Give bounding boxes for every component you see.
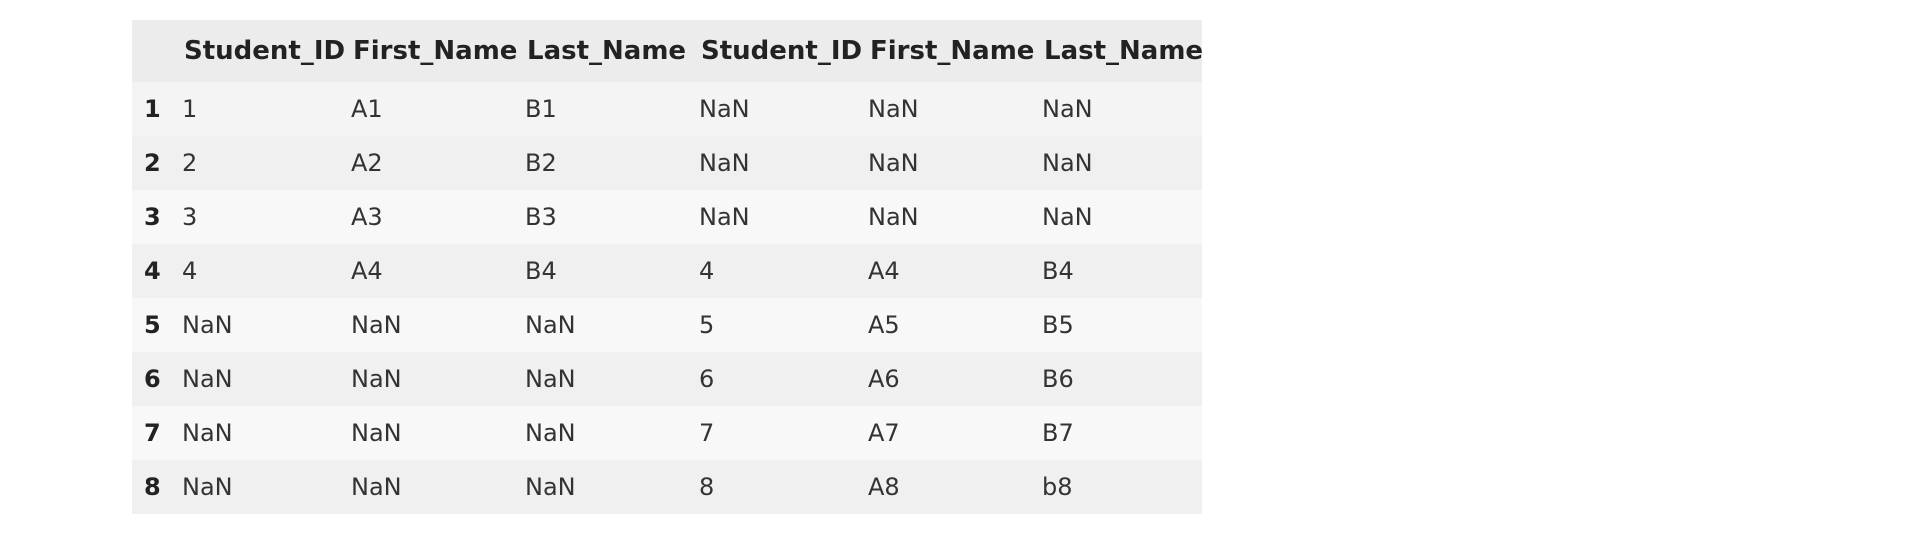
table-row: 8 NaN NaN NaN 8 A8 b8 bbox=[132, 460, 1202, 514]
column-header-first-name: First_Name bbox=[353, 36, 518, 66]
cell-student-id: NaN bbox=[182, 473, 233, 501]
cell-last-name-2: B5 bbox=[1042, 311, 1074, 339]
cell-first-name: NaN bbox=[351, 365, 402, 393]
table-header: Student_ID First_Name Last_Name Student_… bbox=[132, 20, 1202, 82]
column-header-last-name-2: Last_Name bbox=[1044, 36, 1202, 66]
cell-last-name: B3 bbox=[525, 203, 557, 231]
cell-first-name-2: A4 bbox=[868, 257, 900, 285]
index-header bbox=[132, 20, 176, 82]
header-row: Student_ID First_Name Last_Name Student_… bbox=[132, 20, 1202, 82]
table-row: 2 2 A2 B2 NaN NaN NaN bbox=[132, 136, 1202, 190]
cell-student-id: NaN bbox=[182, 419, 233, 447]
cell-last-name-2: b8 bbox=[1042, 473, 1073, 501]
row-index: 2 bbox=[144, 149, 161, 177]
cell-first-name: A2 bbox=[351, 149, 383, 177]
table-row: 3 3 A3 B3 NaN NaN NaN bbox=[132, 190, 1202, 244]
row-index: 1 bbox=[144, 95, 161, 123]
cell-first-name: A4 bbox=[351, 257, 383, 285]
cell-student-id: 2 bbox=[182, 149, 198, 177]
table-row: 6 NaN NaN NaN 6 A6 B6 bbox=[132, 352, 1202, 406]
cell-student-id-2: 6 bbox=[699, 365, 715, 393]
cell-first-name: NaN bbox=[351, 311, 402, 339]
cell-first-name-2: NaN bbox=[868, 203, 919, 231]
cell-first-name-2: A5 bbox=[868, 311, 900, 339]
cell-student-id-2: NaN bbox=[699, 203, 750, 231]
cell-last-name-2: B4 bbox=[1042, 257, 1074, 285]
dataframe-table-container: Student_ID First_Name Last_Name Student_… bbox=[132, 20, 1202, 514]
cell-last-name: B1 bbox=[525, 95, 557, 123]
cell-first-name: A1 bbox=[351, 95, 383, 123]
dataframe-table: Student_ID First_Name Last_Name Student_… bbox=[132, 20, 1202, 514]
row-index: 7 bbox=[144, 419, 161, 447]
cell-student-id-2: NaN bbox=[699, 149, 750, 177]
column-header-last-name: Last_Name bbox=[527, 36, 687, 66]
table-row: 5 NaN NaN NaN 5 A5 B5 bbox=[132, 298, 1202, 352]
column-header-student-id-2: Student_ID bbox=[701, 36, 862, 66]
cell-last-name-2: NaN bbox=[1042, 149, 1093, 177]
cell-first-name-2: A7 bbox=[868, 419, 900, 447]
row-index: 5 bbox=[144, 311, 161, 339]
cell-student-id-2: NaN bbox=[699, 95, 750, 123]
row-index: 6 bbox=[144, 365, 161, 393]
cell-student-id-2: 4 bbox=[699, 257, 715, 285]
row-index: 3 bbox=[144, 203, 161, 231]
cell-student-id-2: 5 bbox=[699, 311, 715, 339]
cell-student-id: NaN bbox=[182, 311, 233, 339]
cell-first-name-2: A8 bbox=[868, 473, 900, 501]
cell-last-name-2: NaN bbox=[1042, 203, 1093, 231]
cell-student-id-2: 7 bbox=[699, 419, 715, 447]
row-index: 8 bbox=[144, 473, 161, 501]
cell-last-name: B4 bbox=[525, 257, 557, 285]
cell-last-name: NaN bbox=[525, 365, 576, 393]
cell-first-name: A3 bbox=[351, 203, 383, 231]
cell-first-name-2: NaN bbox=[868, 149, 919, 177]
column-header-student-id: Student_ID bbox=[184, 36, 345, 66]
column-header-first-name-2: First_Name bbox=[870, 36, 1035, 66]
cell-student-id: NaN bbox=[182, 365, 233, 393]
cell-last-name-2: B7 bbox=[1042, 419, 1074, 447]
cell-last-name: NaN bbox=[525, 311, 576, 339]
table-row: 7 NaN NaN NaN 7 A7 B7 bbox=[132, 406, 1202, 460]
table-body: 1 1 A1 B1 NaN NaN NaN 2 2 A2 B2 NaN NaN NaN 3 3 A3 B3 NaN N… bbox=[132, 82, 1202, 514]
table-row: 1 1 A1 B1 NaN NaN NaN bbox=[132, 82, 1202, 136]
cell-last-name: NaN bbox=[525, 473, 576, 501]
cell-student-id: 1 bbox=[182, 95, 198, 123]
row-index: 4 bbox=[144, 257, 161, 285]
cell-student-id-2: 8 bbox=[699, 473, 715, 501]
cell-student-id: 3 bbox=[182, 203, 198, 231]
cell-student-id: 4 bbox=[182, 257, 198, 285]
table-row: 4 4 A4 B4 4 A4 B4 bbox=[132, 244, 1202, 298]
cell-last-name-2: B6 bbox=[1042, 365, 1074, 393]
cell-first-name-2: NaN bbox=[868, 95, 919, 123]
cell-first-name: NaN bbox=[351, 419, 402, 447]
cell-first-name-2: A6 bbox=[868, 365, 900, 393]
cell-first-name: NaN bbox=[351, 473, 402, 501]
cell-last-name: B2 bbox=[525, 149, 557, 177]
cell-last-name: NaN bbox=[525, 419, 576, 447]
cell-last-name-2: NaN bbox=[1042, 95, 1093, 123]
